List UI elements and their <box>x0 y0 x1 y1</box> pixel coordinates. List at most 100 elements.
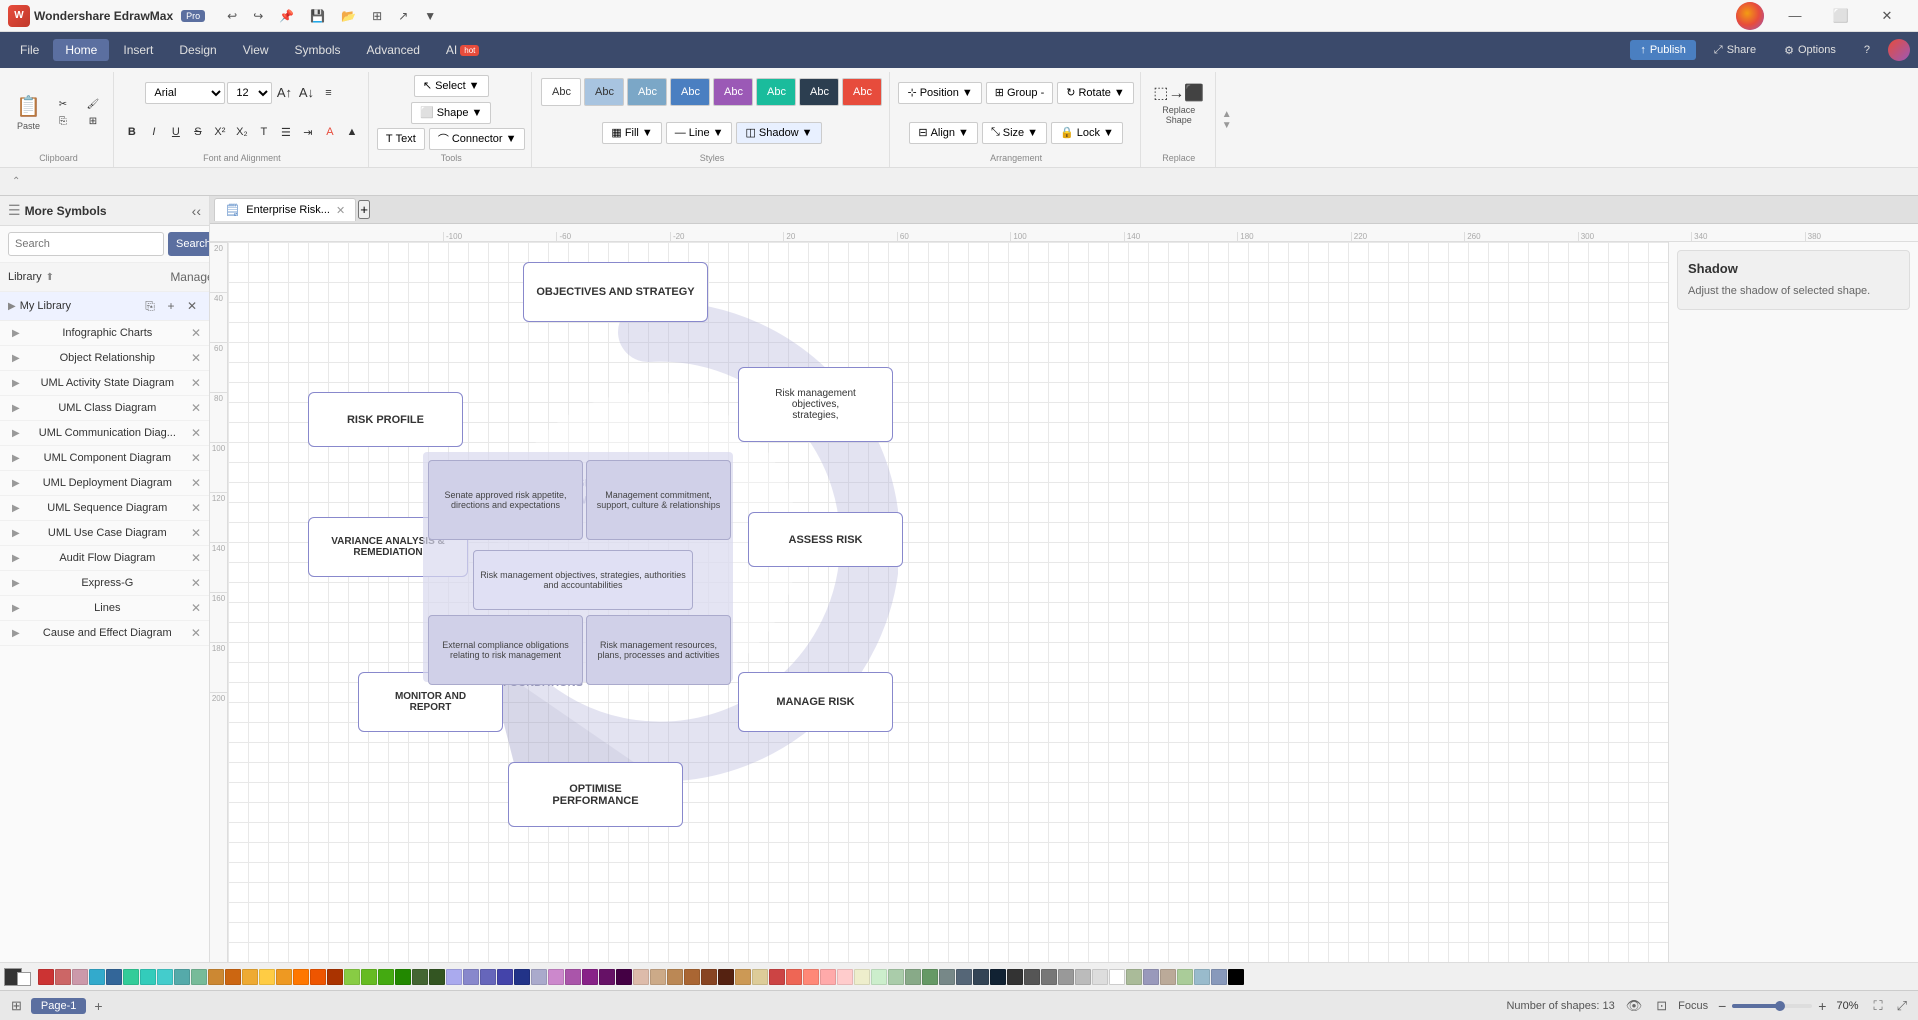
strikethrough-button[interactable]: S <box>188 122 208 142</box>
style-box-8[interactable]: Abc <box>842 78 882 106</box>
color-swatch[interactable] <box>1194 969 1210 985</box>
color-swatch[interactable] <box>769 969 785 985</box>
color-swatch[interactable] <box>650 969 666 985</box>
color-swatch[interactable] <box>55 969 71 985</box>
lib-item-close[interactable]: ✕ <box>191 526 201 540</box>
style-box-3[interactable]: Abc <box>627 78 667 106</box>
font-color-button[interactable]: A <box>320 122 340 142</box>
minimize-button[interactable]: — <box>1772 0 1818 32</box>
color-swatch[interactable] <box>463 969 479 985</box>
search-input[interactable] <box>8 232 164 256</box>
color-swatch[interactable] <box>1075 969 1091 985</box>
color-swatch[interactable] <box>123 969 139 985</box>
color-swatch[interactable] <box>718 969 734 985</box>
underline-button[interactable]: U <box>166 122 186 142</box>
menu-symbols[interactable]: Symbols <box>283 39 353 61</box>
publish-button[interactable]: ↑Publish <box>1630 40 1696 60</box>
color-swatch[interactable] <box>395 969 411 985</box>
lib-item-close[interactable]: ✕ <box>191 351 201 365</box>
italic-button[interactable]: I <box>144 122 164 142</box>
indent-button[interactable]: ⇥ <box>298 122 318 142</box>
fill-button[interactable]: ▦Fill▼ <box>602 122 661 144</box>
share-button[interactable]: ⤢Share <box>1704 40 1766 61</box>
color-swatch[interactable] <box>344 969 360 985</box>
color-swatch[interactable] <box>242 969 258 985</box>
assess-risk-box[interactable]: ASSESS RISK <box>748 512 903 567</box>
lib-item-close[interactable]: ✕ <box>191 376 201 390</box>
bullets-button[interactable]: ☰ <box>276 122 296 142</box>
bold-button[interactable]: B <box>122 122 142 142</box>
menu-view[interactable]: View <box>231 39 281 61</box>
ribbon-collapse[interactable]: ▲ ▼ <box>1218 72 1236 167</box>
color-swatch[interactable] <box>293 969 309 985</box>
color-swatch[interactable] <box>276 969 292 985</box>
grid-toggle[interactable]: ⊞ <box>8 998 25 1014</box>
style-box-6[interactable]: Abc <box>756 78 796 106</box>
my-lib-export-button[interactable]: ⎘ <box>141 297 159 315</box>
color-swatch[interactable] <box>871 969 887 985</box>
style-box-7[interactable]: Abc <box>799 78 839 106</box>
color-swatch[interactable] <box>208 969 224 985</box>
color-swatch[interactable] <box>752 969 768 985</box>
lib-item-close[interactable]: ✕ <box>191 501 201 515</box>
style-box-4[interactable]: Abc <box>670 78 710 106</box>
color-swatch[interactable] <box>1211 969 1227 985</box>
color-swatch[interactable] <box>514 969 530 985</box>
search-button[interactable]: Search <box>168 232 210 256</box>
paste-button[interactable]: 📋 Paste <box>10 83 47 143</box>
lib-item-uml-deploy[interactable]: ▶ UML Deployment Diagram ✕ <box>0 471 209 496</box>
lib-item-infographic[interactable]: ▶ Infographic Charts ✕ <box>0 321 209 346</box>
style-box-2[interactable]: Abc <box>584 78 624 106</box>
inner-box-resources[interactable]: Risk management resources, plans, proces… <box>586 615 731 685</box>
color-swatch[interactable] <box>38 969 54 985</box>
color-swatch[interactable] <box>922 969 938 985</box>
color-swatch[interactable] <box>667 969 683 985</box>
my-lib-close-button[interactable]: ✕ <box>183 297 201 315</box>
color-swatch[interactable] <box>854 969 870 985</box>
color-swatch[interactable] <box>1024 969 1040 985</box>
color-swatch[interactable] <box>1126 969 1142 985</box>
color-swatch[interactable] <box>140 969 156 985</box>
color-swatch[interactable] <box>548 969 564 985</box>
text-button[interactable]: TText <box>377 128 425 150</box>
page-tab[interactable]: Page-1 <box>31 998 86 1014</box>
inner-box-management[interactable]: Management commitment, support, culture … <box>586 460 731 540</box>
optimise-box[interactable]: OPTIMISE PERFORMANCE <box>508 762 683 827</box>
clone-button[interactable]: ⊞ <box>79 114 107 129</box>
fullscreen-button[interactable]: ⛶ <box>1870 998 1885 1014</box>
eye-icon[interactable]: 👁 <box>1623 998 1646 1014</box>
lib-item-close[interactable]: ✕ <box>191 451 201 465</box>
color-swatch[interactable] <box>89 969 105 985</box>
manage-button[interactable]: Manage <box>183 268 201 286</box>
menu-home[interactable]: Home <box>53 39 109 61</box>
menu-insert[interactable]: Insert <box>111 39 165 61</box>
risk-mgmt-objectives-box[interactable]: Risk management objectives, strategies, <box>738 367 893 442</box>
color-swatch[interactable] <box>582 969 598 985</box>
color-swatch[interactable] <box>361 969 377 985</box>
avatar-button[interactable] <box>1736 2 1764 30</box>
color-swatch[interactable] <box>1007 969 1023 985</box>
line-button[interactable]: —Line▼ <box>666 122 733 144</box>
color-swatch[interactable] <box>106 969 122 985</box>
color-swatch[interactable] <box>633 969 649 985</box>
font-decrease-button[interactable]: A↓ <box>296 83 316 103</box>
text-style-button[interactable]: T <box>254 122 274 142</box>
zoom-slider[interactable] <box>1732 1004 1812 1008</box>
lib-item-object[interactable]: ▶ Object Relationship ✕ <box>0 346 209 371</box>
superscript-button[interactable]: X² <box>210 122 230 142</box>
menu-file[interactable]: File <box>8 39 51 61</box>
my-library-row[interactable]: ▶ My Library ⎘ + ✕ <box>0 292 209 321</box>
color-swatch[interactable] <box>157 969 173 985</box>
style-box-5[interactable]: Abc <box>713 78 753 106</box>
zoom-in-button[interactable]: + <box>1816 998 1828 1014</box>
color-swatch[interactable] <box>531 969 547 985</box>
color-swatch[interactable] <box>956 969 972 985</box>
lib-item-close[interactable]: ✕ <box>191 576 201 590</box>
color-swatch[interactable] <box>72 969 88 985</box>
undo-button[interactable]: ↩ <box>221 5 243 27</box>
risk-profile-box[interactable]: RISK PROFILE <box>308 392 463 447</box>
lib-item-lines[interactable]: ▶ Lines ✕ <box>0 596 209 621</box>
lib-item-uml-class[interactable]: ▶ UML Class Diagram ✕ <box>0 396 209 421</box>
color-swatch[interactable] <box>599 969 615 985</box>
help-button[interactable]: ? <box>1854 40 1880 60</box>
